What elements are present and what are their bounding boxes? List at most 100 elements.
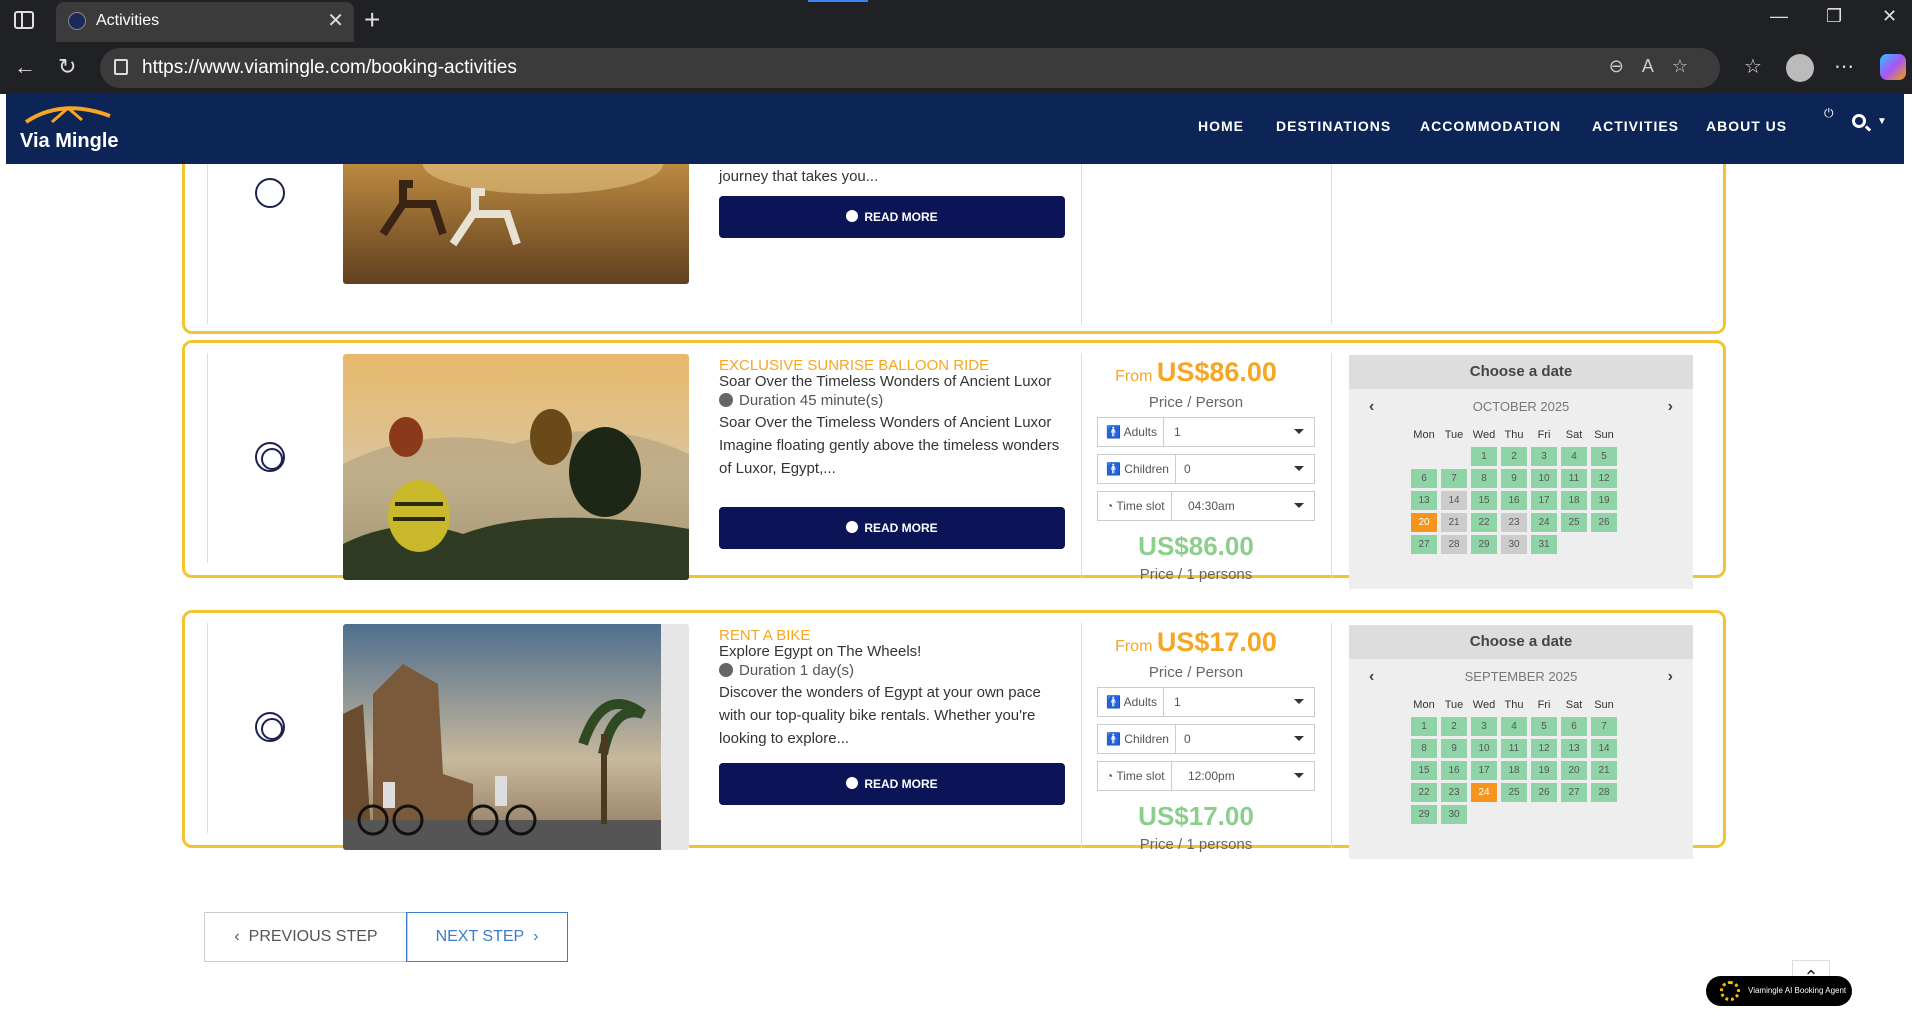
- back-icon[interactable]: ←: [14, 54, 36, 80]
- calendar-day[interactable]: 27: [1561, 783, 1587, 802]
- calendar-day[interactable]: 28: [1441, 535, 1467, 554]
- menu-activities[interactable]: ACTIVITIES: [1592, 118, 1679, 134]
- calendar-day[interactable]: 30: [1441, 805, 1467, 824]
- calendar-day[interactable]: 4: [1561, 447, 1587, 466]
- calendar-day[interactable]: 27: [1411, 535, 1437, 554]
- logo-icon[interactable]: [22, 102, 114, 126]
- next-month-icon[interactable]: ›: [1668, 659, 1673, 695]
- calendar-day[interactable]: 21: [1441, 513, 1467, 532]
- select-activity-radio[interactable]: [255, 712, 285, 742]
- calendar-day[interactable]: 23: [1501, 513, 1527, 532]
- calendar-day[interactable]: 13: [1411, 491, 1437, 510]
- calendar-day[interactable]: 1: [1411, 717, 1437, 736]
- calendar-day[interactable]: 25: [1501, 783, 1527, 802]
- sidebar-toggle-icon[interactable]: [14, 11, 34, 29]
- calendar-day[interactable]: 2: [1441, 717, 1467, 736]
- timeslot-select[interactable]: ◔ Time slot 04:30am: [1097, 491, 1315, 521]
- adults-select[interactable]: 🚹 Adults 1: [1097, 417, 1315, 447]
- children-select[interactable]: 🚹 Children 0: [1097, 724, 1315, 754]
- calendar-day[interactable]: 9: [1441, 739, 1467, 758]
- calendar-day[interactable]: 25: [1561, 513, 1587, 532]
- calendar-day[interactable]: 1: [1471, 447, 1497, 466]
- read-more-button[interactable]: READ MORE: [719, 763, 1065, 805]
- select-activity-radio[interactable]: [255, 442, 285, 472]
- restore-icon[interactable]: ❐: [1826, 6, 1842, 27]
- calendar-day[interactable]: 18: [1561, 491, 1587, 510]
- select-activity-radio[interactable]: [255, 178, 285, 208]
- calendar-day[interactable]: 23: [1441, 783, 1467, 802]
- calendar-day[interactable]: 6: [1561, 717, 1587, 736]
- calendar-day[interactable]: 26: [1591, 513, 1617, 532]
- calendar-day[interactable]: 26: [1531, 783, 1557, 802]
- chevron-down-icon[interactable]: ▼: [1877, 116, 1887, 127]
- close-tab-icon[interactable]: ✕: [327, 8, 344, 33]
- calendar-day[interactable]: 14: [1591, 739, 1617, 758]
- address-bar-icons[interactable]: ⊖A☆: [1609, 56, 1706, 77]
- copilot-icon[interactable]: [1880, 54, 1906, 80]
- calendar-day[interactable]: 4: [1501, 717, 1527, 736]
- calendar-day[interactable]: 28: [1591, 783, 1617, 802]
- calendar-day[interactable]: 7: [1441, 469, 1467, 488]
- more-icon[interactable]: ⋯: [1834, 54, 1854, 79]
- calendar-day[interactable]: 29: [1411, 805, 1437, 824]
- calendar-day[interactable]: 21: [1591, 761, 1617, 780]
- calendar-day[interactable]: 16: [1441, 761, 1467, 780]
- calendar-day[interactable]: 30: [1501, 535, 1527, 554]
- calendar-day[interactable]: 12: [1591, 469, 1617, 488]
- menu-destinations[interactable]: DESTINATIONS: [1276, 118, 1391, 134]
- minimize-icon[interactable]: —: [1770, 6, 1788, 27]
- calendar-day[interactable]: 6: [1411, 469, 1437, 488]
- adults-select[interactable]: 🚹 Adults 1: [1097, 687, 1315, 717]
- power-icon[interactable]: ⏻: [1824, 106, 1834, 121]
- reload-icon[interactable]: ↻: [58, 54, 76, 80]
- calendar-day[interactable]: 24: [1531, 513, 1557, 532]
- timeslot-select[interactable]: ◔ Time slot 12:00pm: [1097, 761, 1315, 791]
- calendar-day[interactable]: 9: [1501, 469, 1527, 488]
- calendar-day[interactable]: 24: [1471, 783, 1497, 802]
- calendar-day[interactable]: 14: [1441, 491, 1467, 510]
- search-icon[interactable]: [1852, 114, 1866, 128]
- calendar-day[interactable]: 29: [1471, 535, 1497, 554]
- calendar-day[interactable]: 3: [1531, 447, 1557, 466]
- calendar-day[interactable]: 19: [1531, 761, 1557, 780]
- calendar-day[interactable]: 5: [1591, 447, 1617, 466]
- calendar-day[interactable]: 15: [1411, 761, 1437, 780]
- url-text[interactable]: https://www.viamingle.com/booking-activi…: [142, 57, 517, 79]
- browser-tab[interactable]: Activities ✕: [56, 2, 354, 42]
- close-window-icon[interactable]: ✕: [1882, 6, 1897, 27]
- profile-avatar[interactable]: [1786, 54, 1814, 82]
- calendar-day[interactable]: 22: [1411, 783, 1437, 802]
- calendar-day[interactable]: 8: [1411, 739, 1437, 758]
- calendar-day[interactable]: 17: [1531, 491, 1557, 510]
- calendar-day[interactable]: 7: [1591, 717, 1617, 736]
- calendar-day[interactable]: 16: [1501, 491, 1527, 510]
- calendar-day[interactable]: 11: [1501, 739, 1527, 758]
- next-step-button[interactable]: NEXT STEP ›: [406, 912, 568, 962]
- next-month-icon[interactable]: ›: [1668, 389, 1673, 425]
- calendar-day[interactable]: 3: [1471, 717, 1497, 736]
- calendar-day[interactable]: 10: [1471, 739, 1497, 758]
- read-more-button[interactable]: READ MORE: [719, 507, 1065, 549]
- ai-booking-agent-button[interactable]: Viamingle AI Booking Agent: [1706, 976, 1852, 1006]
- calendar-day[interactable]: 20: [1561, 761, 1587, 780]
- calendar-day[interactable]: 13: [1561, 739, 1587, 758]
- previous-step-button[interactable]: ‹ PREVIOUS STEP: [204, 912, 408, 962]
- calendar-day[interactable]: 22: [1471, 513, 1497, 532]
- address-bar[interactable]: https://www.viamingle.com/booking-activi…: [100, 48, 1720, 88]
- menu-accommodation[interactable]: ACCOMMODATION: [1420, 118, 1561, 134]
- menu-home[interactable]: HOME: [1198, 118, 1244, 134]
- calendar-day[interactable]: 18: [1501, 761, 1527, 780]
- new-tab-icon[interactable]: +: [364, 4, 380, 36]
- favorites-icon[interactable]: ☆: [1744, 54, 1762, 79]
- read-more-button[interactable]: READ MORE: [719, 196, 1065, 238]
- prev-month-icon[interactable]: ‹: [1369, 659, 1374, 695]
- logo-text[interactable]: Via Mingle: [20, 130, 119, 153]
- calendar-day[interactable]: 11: [1561, 469, 1587, 488]
- menu-about-us[interactable]: ABOUT US: [1706, 118, 1787, 134]
- calendar-day[interactable]: 20: [1411, 513, 1437, 532]
- calendar-day[interactable]: 17: [1471, 761, 1497, 780]
- calendar-day[interactable]: 5: [1531, 717, 1557, 736]
- calendar-day[interactable]: 8: [1471, 469, 1497, 488]
- calendar-day[interactable]: 31: [1531, 535, 1557, 554]
- calendar-day[interactable]: 10: [1531, 469, 1557, 488]
